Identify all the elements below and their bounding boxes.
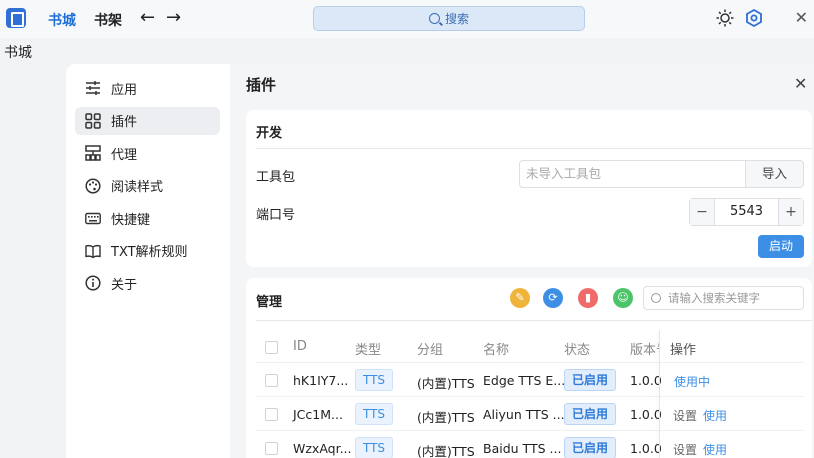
port-input[interactable]: 5543 [714, 199, 779, 225]
close-icon[interactable]: ✕ [794, 74, 807, 93]
palette-icon [85, 177, 101, 194]
network-icon [85, 145, 101, 161]
use-link[interactable]: 使用 [703, 441, 727, 458]
port-stepper: − 5543 + [689, 198, 804, 226]
sidebar-item-txt-rules[interactable]: TXT解析规则 [75, 237, 220, 265]
row-group: (内置)TTS [417, 410, 475, 425]
column-header-actions: 操作 [670, 343, 697, 358]
decrement-button[interactable]: − [690, 199, 714, 225]
sidebar-item-label: 插件 [111, 115, 138, 130]
row-version: 1.0.0 [630, 407, 662, 422]
column-header-version[interactable]: 版本号 [630, 339, 659, 358]
status-badge[interactable]: 已启用 [564, 369, 616, 391]
panel-title: 插件 [246, 76, 277, 94]
edit-icon[interactable]: ✎ [510, 288, 530, 308]
book-icon [85, 243, 101, 259]
close-icon[interactable]: ✕ [795, 8, 808, 27]
grid-icon [85, 112, 101, 129]
sidebar-item-label: 阅读样式 [111, 180, 164, 195]
manage-title: 管理 [256, 295, 283, 310]
sidebar-item-shortcuts[interactable]: 快捷键 [75, 204, 220, 232]
column-header-id[interactable]: ID [293, 339, 307, 354]
sidebar-item-label: 关于 [111, 277, 138, 293]
tab-bookshelf[interactable]: 书架 [94, 10, 122, 30]
delete-icon[interactable]: ▮ [578, 288, 598, 308]
column-header-type[interactable]: 类型 [355, 339, 381, 358]
plugin-search-input[interactable]: 请输入搜索关键字 [643, 286, 804, 310]
top-bar: 书城 书架 ← → 搜索 ✕ [0, 0, 814, 38]
sidebar-item-label: TXT解析规则 [111, 245, 188, 260]
row-name: Aliyun TTS ... [483, 407, 565, 422]
row-group: (内置)TTS [417, 444, 475, 458]
search-placeholder: 搜索 [444, 12, 469, 26]
app-logo-icon [6, 8, 26, 28]
sidebar-item-proxy[interactable]: 代理 [75, 139, 220, 167]
dev-title: 开发 [256, 126, 283, 141]
search-icon [651, 293, 661, 303]
type-tag: TTS [355, 403, 393, 425]
sidebar-item-label: 快捷键 [111, 212, 151, 228]
sliders-icon [85, 80, 101, 96]
status-badge[interactable]: 已启用 [564, 437, 616, 458]
type-tag: TTS [355, 437, 393, 458]
toolkit-label: 工具包 [256, 170, 296, 185]
row-id: JCc1M... [293, 407, 343, 422]
status-badge[interactable]: 已启用 [564, 403, 616, 425]
column-header-status[interactable]: 状态 [564, 339, 590, 358]
column-header-name[interactable]: 名称 [483, 339, 509, 358]
toolkit-input[interactable]: 未导入工具包 [519, 160, 745, 188]
import-button[interactable]: 导入 [745, 160, 804, 188]
sidebar-item-label: 代理 [111, 147, 138, 163]
sidebar-item-reading-style[interactable]: 阅读样式 [75, 172, 220, 200]
start-button[interactable]: 启动 [758, 235, 804, 258]
settings-sidebar: 应用 插件 代理 阅读样式 快捷键 TXT解析规则 关于 [66, 64, 230, 458]
refresh-icon[interactable]: ⟳ [543, 288, 563, 308]
row-version: 1.0.0 [630, 441, 662, 456]
row-id: WzxAqr... [293, 441, 352, 456]
port-label: 端口号 [256, 208, 296, 223]
settings-link[interactable]: 设置 [673, 407, 697, 424]
in-use-link[interactable]: 使用中 [674, 373, 710, 390]
column-header-group[interactable]: 分组 [417, 339, 443, 358]
page-title: 书城 [4, 45, 32, 61]
row-checkbox[interactable] [265, 408, 278, 421]
increment-button[interactable]: + [779, 199, 803, 225]
divider [256, 396, 804, 397]
row-id: hK1IY7... [293, 373, 349, 388]
row-name: Baidu TTS ... [483, 441, 562, 456]
global-search-input[interactable]: 搜索 [313, 6, 585, 31]
row-version: 1.0.0 [630, 373, 662, 388]
type-tag: TTS [355, 369, 393, 391]
arrow-right-icon[interactable]: → [166, 7, 181, 28]
info-icon [85, 275, 101, 291]
sidebar-item-plugins[interactable]: 插件 [75, 106, 220, 135]
row-checkbox[interactable] [265, 374, 278, 387]
manage-card: 管理 ✎ ⟳ ▮ ☺ 请输入搜索关键字 ID 类型 分组 名称 状态 版本号 操… [246, 278, 812, 458]
divider [256, 320, 812, 321]
select-all-checkbox[interactable] [265, 341, 278, 354]
sidebar-item-about[interactable]: 关于 [75, 269, 220, 297]
fixed-column-divider [659, 330, 660, 458]
tab-bookstore[interactable]: 书城 [48, 10, 76, 30]
keyboard-icon [85, 210, 101, 226]
use-link[interactable]: 使用 [703, 407, 727, 424]
dev-card: 开发 工具包 未导入工具包 导入 端口号 − 5543 + 启动 [246, 110, 812, 267]
sidebar-item-label: 应用 [111, 82, 138, 98]
sun-icon[interactable] [716, 9, 734, 27]
row-checkbox[interactable] [265, 442, 278, 455]
arrow-left-icon[interactable]: ← [140, 7, 155, 28]
sidebar-item-app[interactable]: 应用 [75, 74, 220, 102]
search-placeholder: 请输入搜索关键字 [668, 291, 760, 305]
divider [256, 430, 804, 431]
row-name: Edge TTS E... [483, 373, 566, 388]
smile-icon[interactable]: ☺ [613, 288, 633, 308]
settings-icon[interactable] [745, 9, 763, 27]
search-icon [428, 13, 440, 24]
divider [256, 362, 804, 363]
divider [256, 148, 812, 149]
row-group: (内置)TTS [417, 376, 475, 391]
settings-link[interactable]: 设置 [673, 441, 697, 458]
